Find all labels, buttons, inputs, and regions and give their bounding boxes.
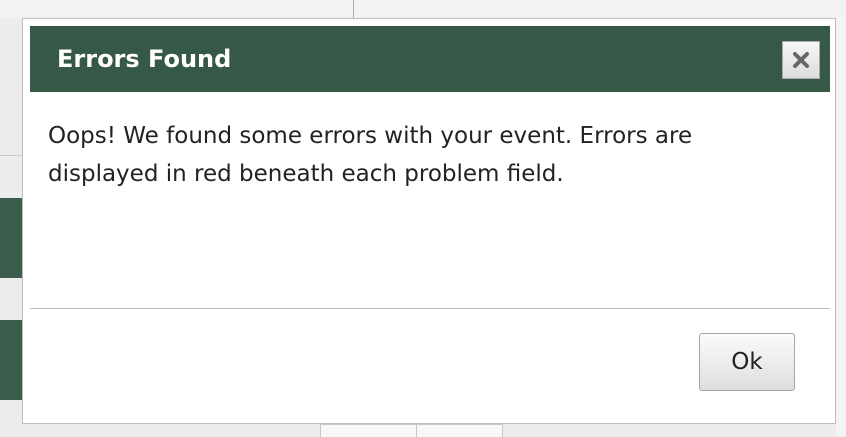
background-section-bar [0, 198, 22, 278]
dialog-body: Oops! We found some errors with your eve… [48, 117, 808, 193]
dialog-title: Errors Found [57, 45, 232, 73]
background-bottom-tab [320, 424, 417, 437]
errors-dialog: Errors Found Oops! We found some errors … [22, 18, 836, 424]
background-red-line [353, 0, 354, 18]
footer-divider [30, 308, 830, 309]
close-button[interactable] [782, 41, 820, 79]
background-section-bar [0, 320, 22, 400]
background-right-strip [836, 18, 846, 436]
dialog-header: Errors Found [30, 26, 830, 92]
background-bottom-tab [416, 424, 503, 437]
close-icon [793, 52, 809, 68]
error-message: Oops! We found some errors with your eve… [48, 123, 693, 187]
background-divider [0, 155, 22, 156]
ok-button[interactable]: Ok [699, 333, 795, 391]
background-top-strip [0, 0, 846, 18]
